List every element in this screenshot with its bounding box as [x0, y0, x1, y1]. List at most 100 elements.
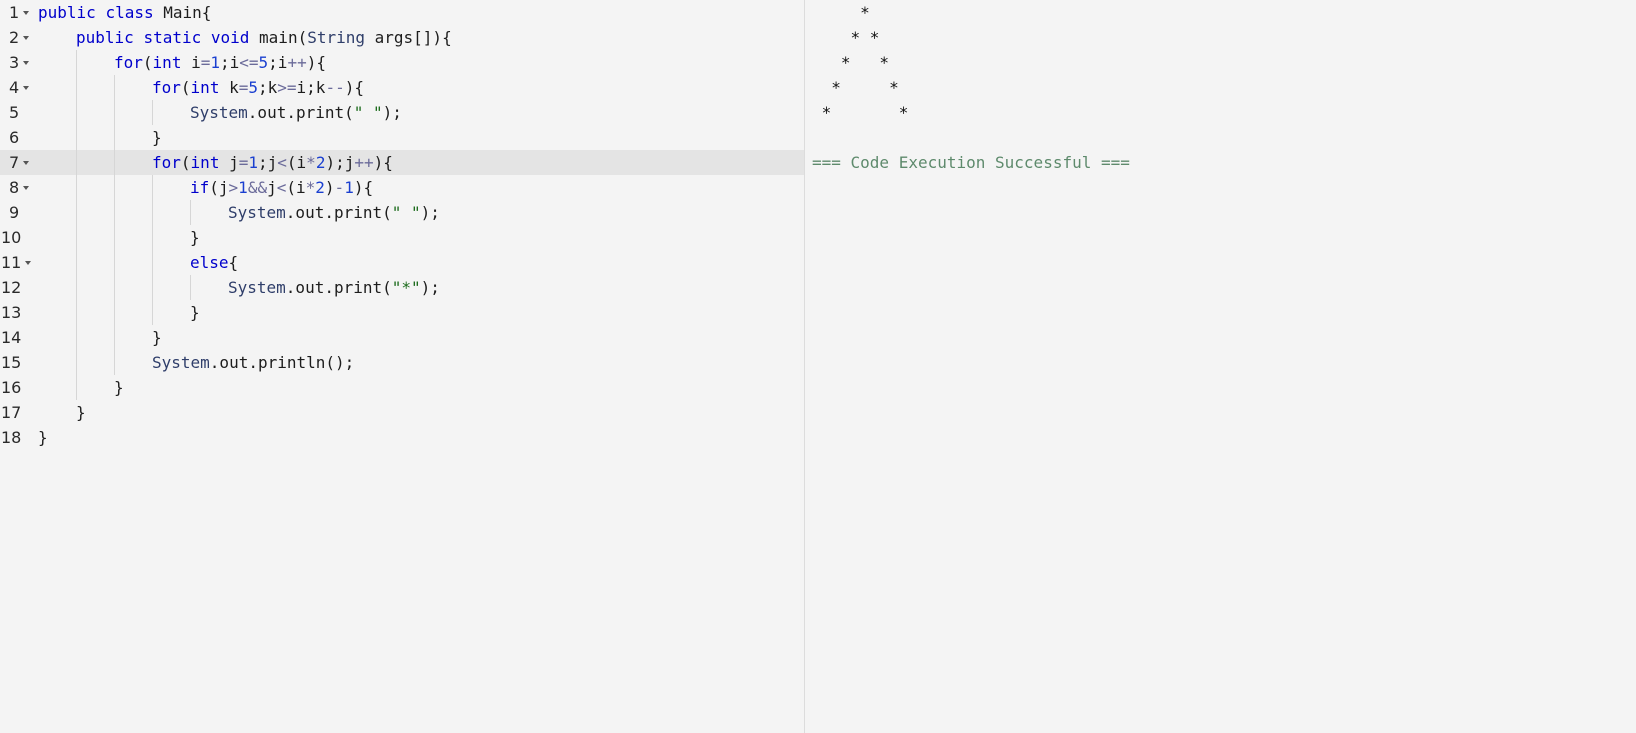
line-gutter: 17 [0, 400, 36, 425]
line-gutter: 12 [0, 275, 36, 300]
code-token: ){ [306, 53, 326, 72]
code-token: ++ [287, 53, 307, 72]
code-line[interactable]: 4 for(int k=5;k>=i;k--){ [0, 75, 804, 100]
line-number: 7 [9, 153, 20, 172]
code-line[interactable]: 8 if(j>1&&j<(i*2)-1){ [0, 175, 804, 200]
code-token: 1 [210, 53, 220, 72]
code-token: = [238, 78, 249, 97]
code-text: public static void main(String args[]){ [76, 25, 452, 50]
code-text: for(int j=1;j<(i*2);j++){ [152, 150, 393, 175]
indent-guide [114, 100, 115, 125]
line-gutter: 18 [0, 425, 36, 450]
code-line[interactable]: 11 else{ [0, 250, 804, 275]
line-number: 10 [1, 228, 22, 247]
code-token: -- [325, 78, 345, 97]
code-line[interactable]: 6} [0, 125, 804, 150]
code-token: int [190, 153, 220, 172]
code-line[interactable]: 10} [0, 225, 804, 250]
code-line[interactable]: 3 for(int i=1;i<=5;i++){ [0, 50, 804, 75]
code-token: ){ [344, 78, 364, 97]
fold-toggle-icon[interactable] [25, 261, 31, 265]
line-number: 2 [9, 28, 20, 47]
code-text: for(int i=1;i<=5;i++){ [114, 50, 326, 75]
code-token: "*" [391, 278, 421, 297]
line-gutter: 2 [0, 25, 36, 50]
code-line[interactable]: 12 System.out.print("*"); [0, 275, 804, 300]
code-token: .out.println(); [209, 353, 355, 372]
indent-guide [152, 175, 153, 200]
line-number: 4 [9, 78, 20, 97]
code-line[interactable]: 9 System.out.print(" "); [0, 200, 804, 225]
code-text: } [38, 425, 48, 450]
fold-toggle-icon[interactable] [23, 161, 29, 165]
code-text: System.out.println(); [152, 350, 354, 375]
code-line[interactable]: 2 public static void main(String args[]){ [0, 25, 804, 50]
indent-guide [76, 125, 77, 150]
code-token: && [247, 178, 268, 197]
code-text: System.out.print(" "); [190, 100, 402, 125]
code-token: 5 [248, 78, 258, 97]
code-token: String [307, 28, 365, 47]
code-line[interactable]: 17} [0, 400, 804, 425]
fold-toggle-icon[interactable] [23, 86, 29, 90]
indent-guide [152, 200, 153, 225]
code-editor[interactable]: 1 public class Main{ 2 public static void m… [0, 0, 805, 733]
code-token: <= [239, 53, 259, 72]
output-line: * [812, 3, 870, 22]
fold-toggle-icon[interactable] [23, 61, 29, 65]
code-token: < [277, 153, 287, 172]
indent-guide [114, 175, 115, 200]
code-token: 1 [344, 178, 354, 197]
execution-status: === Code Execution Successful === [812, 153, 1130, 172]
indent-guide [152, 100, 153, 125]
code-line[interactable]: 15 System.out.println(); [0, 350, 804, 375]
indent-guide [76, 325, 77, 350]
code-token: * [305, 178, 316, 197]
code-token: int [190, 78, 220, 97]
code-line[interactable]: 18} [0, 425, 804, 450]
output-console: * * * * * * * * * === Code Execution Succ… [806, 0, 1636, 733]
code-token: j [267, 178, 277, 197]
line-gutter: 13 [0, 300, 36, 325]
line-gutter: 16 [0, 375, 36, 400]
fold-toggle-icon[interactable] [23, 36, 29, 40]
code-token: 1 [238, 178, 248, 197]
indent-guide [114, 200, 115, 225]
code-token: } [114, 378, 124, 397]
code-token: static [143, 28, 202, 47]
code-token: public [38, 3, 96, 22]
code-line[interactable]: 13} [0, 300, 804, 325]
line-number: 12 [1, 278, 22, 297]
code-token: ;j [258, 153, 278, 172]
fold-toggle-icon[interactable] [23, 11, 29, 15]
code-token: .out.print( [285, 278, 392, 297]
code-token: System [190, 103, 248, 122]
code-token: class [105, 3, 154, 22]
fold-toggle-icon[interactable] [23, 186, 29, 190]
line-number: 11 [1, 253, 22, 272]
code-token: 5 [258, 53, 269, 72]
code-token: = [238, 153, 249, 172]
indent-guide [76, 100, 77, 125]
indent-guide [152, 250, 153, 275]
indent-guide [152, 300, 153, 325]
code-line[interactable]: 7 for(int j=1;j<(i*2);j++){ [0, 150, 804, 175]
code-line[interactable]: 14} [0, 325, 804, 350]
code-token: ) [324, 178, 335, 197]
code-text: } [152, 325, 162, 350]
indent-guide [76, 175, 77, 200]
indent-guide [114, 125, 115, 150]
indent-guide [76, 300, 77, 325]
line-number: 9 [9, 203, 20, 222]
code-token: ); [420, 278, 440, 297]
indent-guide [76, 275, 77, 300]
code-token: ); [420, 203, 440, 222]
indent-guide [114, 350, 115, 375]
code-line[interactable]: 5 System.out.print(" "); [0, 100, 804, 125]
code-text: for(int k=5;k>=i;k--){ [152, 75, 364, 100]
code-text: System.out.print("*"); [228, 275, 440, 300]
code-line[interactable]: 1 public class Main{ [0, 0, 804, 25]
code-line[interactable]: 16} [0, 375, 804, 400]
code-token: (j [209, 178, 229, 197]
